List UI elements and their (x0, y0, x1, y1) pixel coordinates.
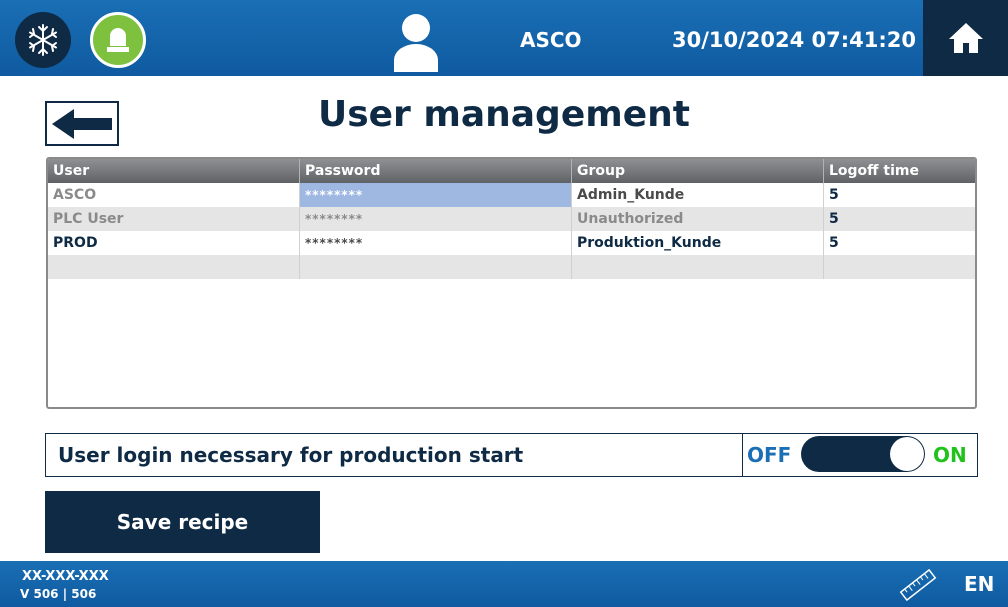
login-required-setting: User login necessary for production star… (45, 433, 978, 477)
cell-user[interactable] (48, 255, 300, 279)
page-title: User management (317, 94, 691, 135)
ruler-icon[interactable] (898, 567, 938, 603)
table-row[interactable]: PROD ******** Produktion_Kunde 5 (48, 231, 975, 255)
cell-group[interactable]: Unauthorized (572, 207, 824, 231)
column-header-logoff-time[interactable]: Logoff time (824, 159, 975, 183)
user-icon[interactable] (393, 12, 439, 72)
cell-password[interactable]: ******** (300, 183, 572, 207)
login-required-toggle[interactable] (801, 436, 925, 472)
cell-user[interactable]: PLC User (48, 207, 300, 231)
column-header-password[interactable]: Password (300, 159, 572, 183)
cell-group[interactable]: Produktion_Kunde (572, 231, 824, 255)
cell-user[interactable]: PROD (48, 231, 300, 255)
toggle-on-label: ON (933, 443, 967, 467)
cell-logoff-time[interactable]: 5 (824, 231, 975, 255)
user-table: User Password Group Logoff time ASCO ***… (46, 157, 977, 409)
beacon-icon[interactable] (90, 12, 146, 68)
login-required-toggle-area: OFF ON (742, 434, 979, 476)
snowflake-icon[interactable] (15, 12, 71, 68)
login-required-label: User login necessary for production star… (58, 443, 524, 467)
header-bar: ASCO 30/10/2024 07:41:20 (0, 0, 1008, 76)
current-user: ASCO (520, 28, 582, 52)
cell-group[interactable] (572, 255, 824, 279)
footer-bar: XX-XXX-XXX V 506 | 506 EN (0, 561, 1008, 607)
home-button[interactable] (923, 0, 1008, 76)
toggle-knob (890, 437, 924, 471)
version-label: V 506 | 506 (20, 587, 97, 601)
cell-logoff-time[interactable]: 5 (824, 183, 975, 207)
machine-code: XX-XXX-XXX (22, 569, 109, 584)
cell-password[interactable]: ******** (300, 207, 572, 231)
home-icon (948, 23, 983, 53)
language-selector[interactable]: EN (964, 569, 994, 599)
cell-group[interactable]: Admin_Kunde (572, 183, 824, 207)
cell-logoff-time[interactable]: 5 (824, 207, 975, 231)
table-row-empty[interactable] (48, 255, 975, 279)
cell-password[interactable]: ******** (300, 231, 572, 255)
column-header-user[interactable]: User (48, 159, 300, 183)
toggle-off-label: OFF (747, 443, 792, 467)
save-recipe-button[interactable]: Save recipe (45, 491, 320, 553)
table-header: User Password Group Logoff time (48, 159, 975, 183)
table-row[interactable]: ASCO ******** Admin_Kunde 5 (48, 183, 975, 207)
column-header-group[interactable]: Group (572, 159, 824, 183)
cell-user[interactable]: ASCO (48, 183, 300, 207)
table-row[interactable]: PLC User ******** Unauthorized 5 (48, 207, 975, 231)
cell-logoff-time[interactable] (824, 255, 975, 279)
datetime: 30/10/2024 07:41:20 (672, 28, 917, 52)
cell-password[interactable] (300, 255, 572, 279)
